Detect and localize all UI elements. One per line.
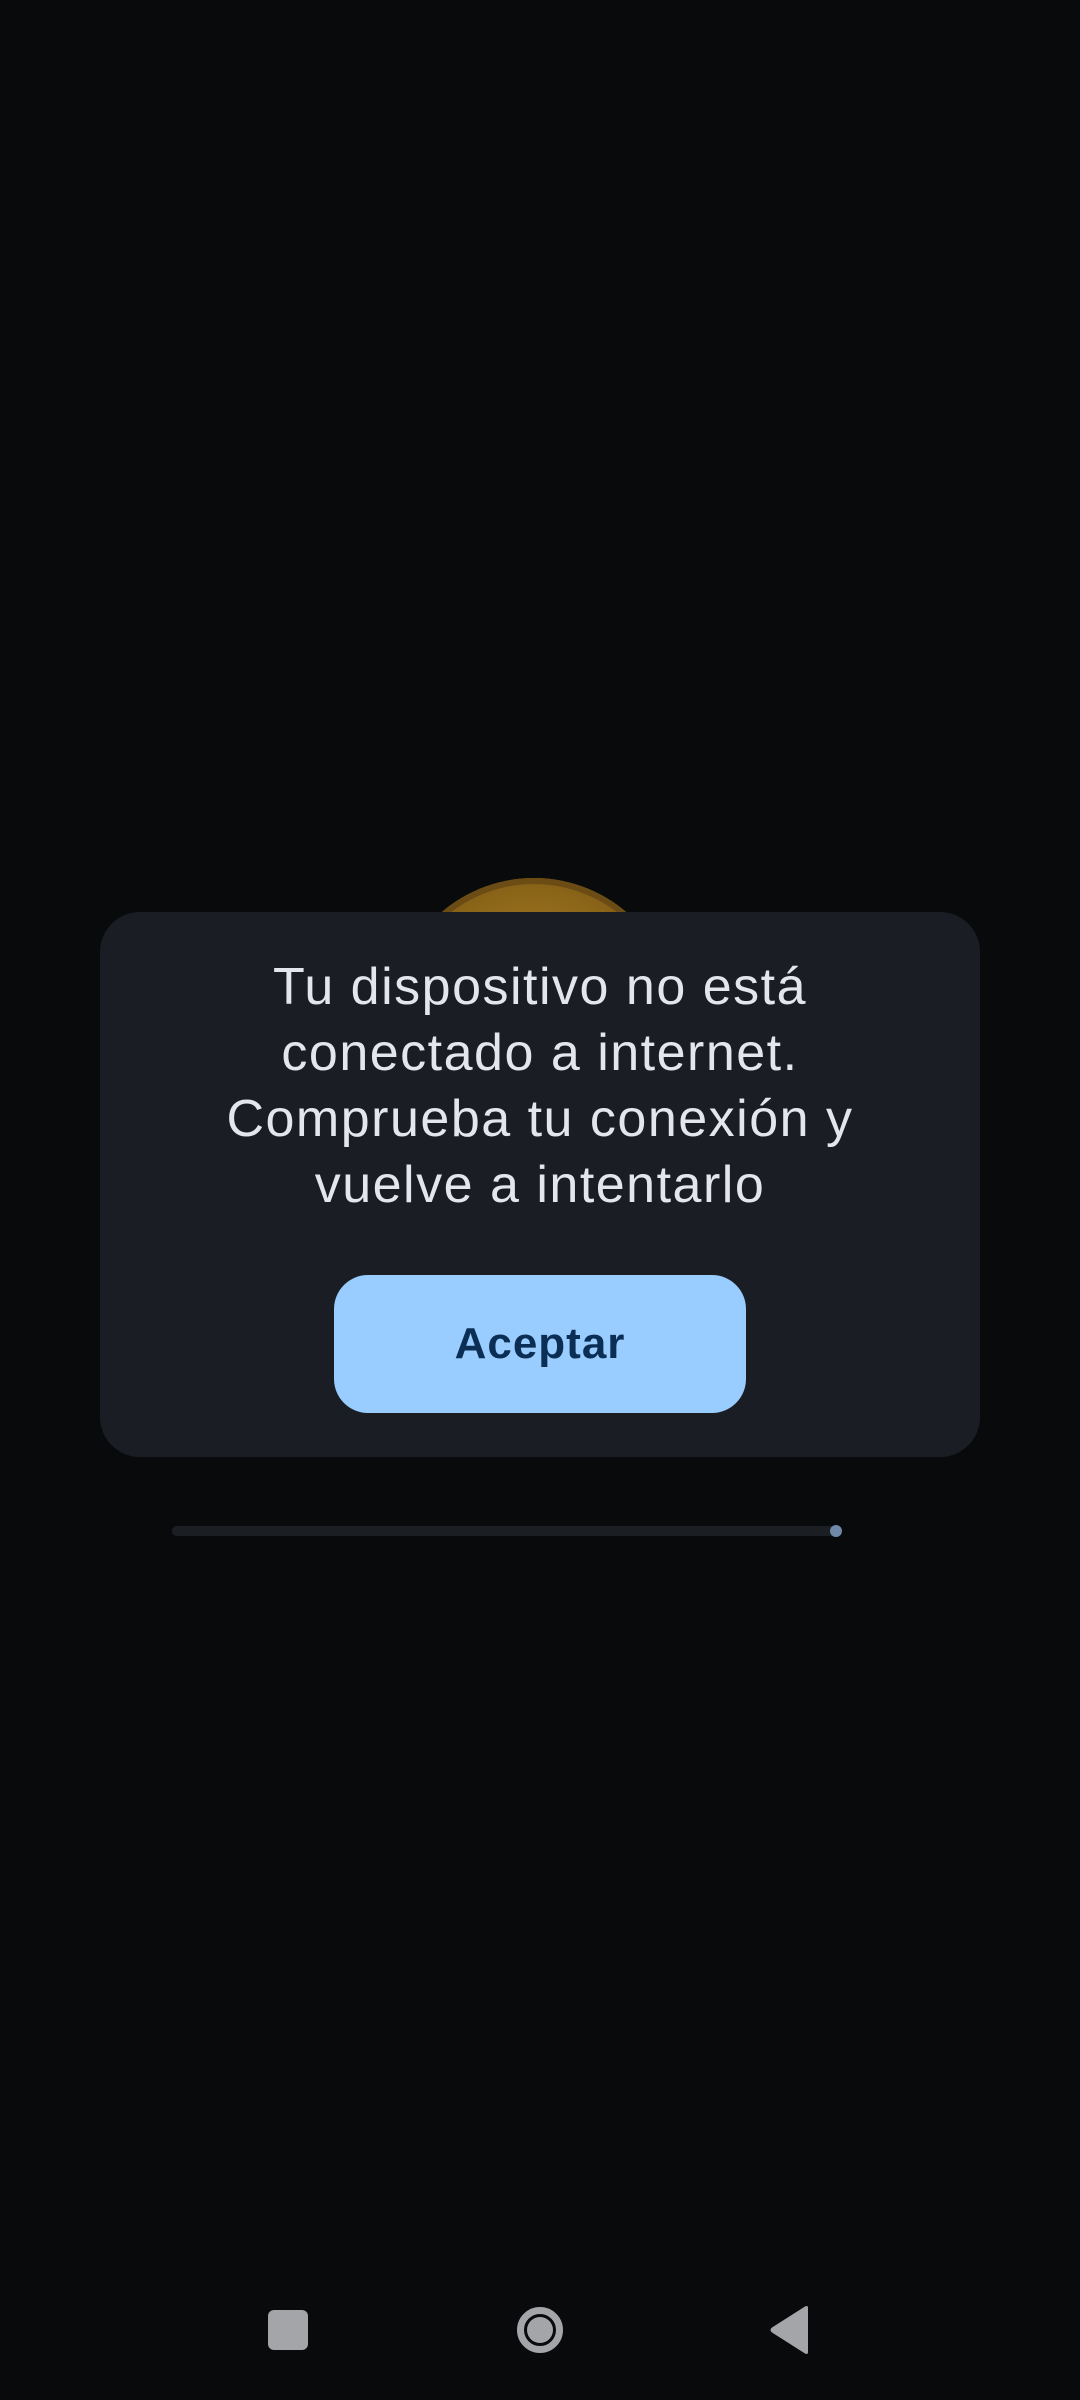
system-navigation-bar bbox=[0, 2270, 1080, 2400]
progress-fill bbox=[172, 1526, 838, 1536]
recents-button[interactable] bbox=[228, 2270, 348, 2390]
circle-icon bbox=[517, 2307, 563, 2353]
triangle-back-icon bbox=[770, 2306, 808, 2354]
back-button[interactable] bbox=[730, 2270, 850, 2390]
home-button[interactable] bbox=[480, 2270, 600, 2390]
accept-button[interactable]: Aceptar bbox=[334, 1275, 746, 1413]
loading-progress-bar bbox=[172, 1525, 842, 1537]
dialog-message: Tu dispositivo no está conectado a inter… bbox=[226, 958, 854, 1214]
square-icon bbox=[268, 2310, 308, 2350]
app-screen: Tu dispositivo no está conectado a inter… bbox=[0, 0, 1080, 2400]
progress-indicator-dot bbox=[830, 1525, 842, 1537]
circle-icon-inner bbox=[527, 2317, 553, 2343]
no-connection-dialog: Tu dispositivo no está conectado a inter… bbox=[100, 912, 980, 1457]
